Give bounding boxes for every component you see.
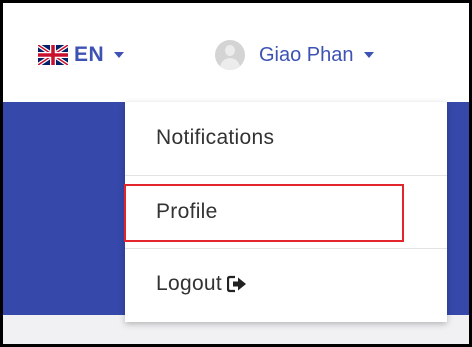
menu-item-label: Profile [156, 200, 218, 223]
menu-item-profile[interactable]: Profile [125, 176, 447, 248]
caret-down-icon [363, 52, 374, 58]
user-avatar-icon [215, 40, 245, 70]
menu-item-label: Logout [156, 272, 223, 295]
language-code: EN [74, 43, 105, 66]
app-frame: EN Giao Phan Notifications Profile Logou… [3, 3, 469, 344]
menu-item-notifications[interactable]: Notifications [125, 102, 447, 174]
user-dropdown-menu: Notifications Profile Logout [125, 102, 447, 322]
user-name: Giao Phan [259, 43, 354, 66]
language-selector[interactable]: EN [38, 42, 125, 68]
top-navbar: EN Giao Phan [3, 3, 469, 102]
caret-down-icon [114, 52, 125, 58]
user-menu-toggle[interactable]: Giao Phan [215, 40, 374, 70]
sign-out-icon [227, 275, 247, 293]
uk-flag-icon [38, 45, 68, 65]
menu-item-label: Notifications [156, 126, 275, 149]
menu-item-logout[interactable]: Logout [125, 248, 447, 320]
